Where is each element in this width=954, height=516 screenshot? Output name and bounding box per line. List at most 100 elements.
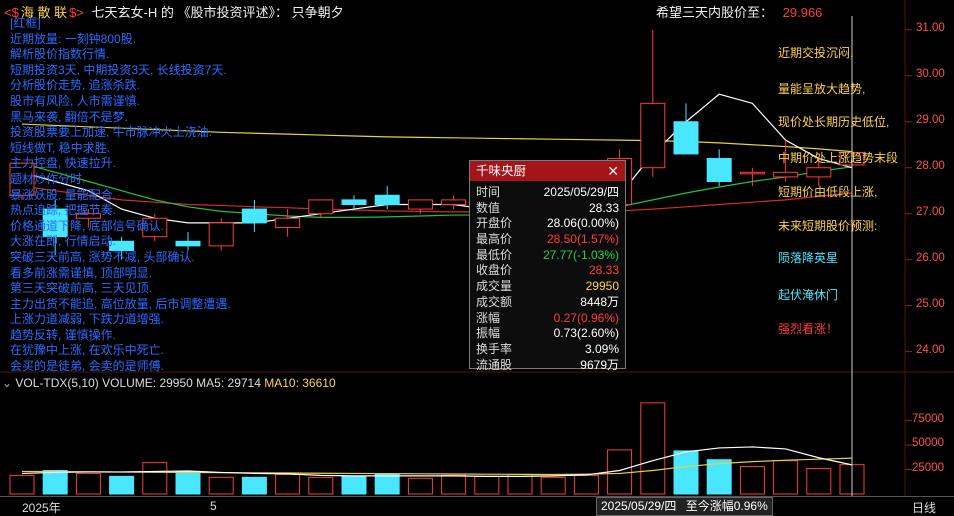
panel-row-key: 数值 (476, 200, 501, 215)
commentary-line: 突破三天前高, 涨势不减, 头部确认. (10, 249, 195, 264)
volume-tick-label: 25000 (912, 461, 944, 474)
volume-bar (208, 476, 234, 495)
panel-row-key: 流通股 (476, 357, 513, 372)
quote-info-panel[interactable]: 千味央厨 ✕ 时间 2025/05/29/四 数值 28.33 开盘价 28.06(0.0… (469, 160, 626, 372)
volume-bar (142, 462, 168, 495)
panel-row-key: 最低价 (476, 247, 513, 262)
volume-bar (42, 469, 68, 495)
vol-ma10: MA10: 36610 (264, 376, 336, 390)
price-tick-label: 27.00 (916, 205, 945, 218)
panel-row: 振幅 0.73(2.60%) (470, 326, 625, 342)
commentary-line: 热点追踪, 把握节奏. (10, 203, 117, 218)
right-note-line: 短期价由低段上涨, (778, 185, 878, 199)
commentary-line: 短线做T, 稳中求胜. (10, 140, 111, 155)
month-label: 5 (210, 499, 217, 513)
cursor-date: 2025/05/29/四 (601, 499, 677, 513)
panel-row: 成交量 29950 (470, 279, 625, 295)
right-note-line: 量能呈放大趋势, (778, 82, 866, 96)
commentary-line: 股市有风险, 人市需谨慎. (10, 93, 141, 108)
right-note-line: 强烈看涨！ (778, 322, 839, 336)
panel-row-value: 28.33 (588, 200, 619, 215)
volume-tick-label: 75000 (912, 412, 944, 425)
right-note-line: 近期交投沉闷, (778, 46, 854, 60)
volume-tick-label: 50000 (912, 437, 944, 449)
time-axis-bar: 2025年 5 日线 (0, 496, 954, 516)
panel-row-key: 涨幅 (476, 310, 501, 325)
candle-body (308, 199, 334, 215)
volume-bar (474, 475, 500, 495)
panel-row: 数值 28.33 (470, 201, 625, 217)
panel-row: 最高价 28.50(1.57%) (470, 232, 625, 248)
commentary-line: 近期放量: 一刻钟800股. (10, 31, 137, 46)
right-note-line: 陨落降英星 (778, 251, 839, 265)
panel-row-value: 0.27(0.96%) (553, 310, 619, 325)
candle-body (407, 199, 433, 210)
commentary-line: 短期投资3天, 中期投资3天, 长线投资7天. (10, 62, 227, 77)
volume-bar (773, 460, 799, 495)
panel-row: 涨幅 0.27(0.96%) (470, 311, 625, 327)
right-note-line: 起伏淹休门 (778, 288, 839, 302)
volume-bar (308, 476, 334, 495)
commentary-line: 暴涨妖股, 量能配合. (10, 187, 117, 202)
candle-body (673, 121, 699, 155)
price-tick-label: 28.00 (916, 159, 945, 172)
panel-row-value: 27.77(-1.03%) (542, 247, 619, 262)
volume-bar (407, 477, 433, 495)
period-label[interactable]: 日线 (912, 499, 936, 516)
commentary-line: 主力出货不能追, 高位放量, 后市调整遭遇. (10, 296, 231, 311)
panel-row-key: 开盘价 (476, 216, 513, 231)
panel-row: 时间 2025/05/29/四 (470, 185, 625, 201)
volume-bar (540, 476, 566, 495)
candle-body (806, 167, 832, 178)
panel-row: 收盘价 28.33 (470, 263, 625, 279)
panel-row-key: 收盘价 (476, 263, 513, 278)
panel-row-key: 振幅 (476, 326, 501, 341)
commentary-line: 趋势反转, 谨慎操作. (10, 327, 117, 342)
commentary-line: 大涨在即, 行情启动. (10, 234, 117, 249)
commentary-line: 看多前涨需谨慎, 顶部明显. (10, 265, 153, 280)
price-tick-label: 29.00 (916, 113, 945, 126)
panel-row-key: 成交量 (476, 279, 513, 294)
panel-row-value: 29950 (585, 279, 619, 294)
commentary-line: [红框] (10, 16, 41, 30)
volume-bar (341, 475, 367, 495)
volume-bar (739, 466, 765, 495)
volume-bar (673, 450, 699, 495)
candle-body (706, 158, 732, 183)
candle-body (341, 199, 367, 205)
volume-bar (640, 402, 666, 495)
right-note-line: 未来短期股价预测: (778, 219, 878, 233)
vol-ma5: MA5: 29714 (196, 376, 261, 390)
volume-bar (573, 474, 599, 495)
target-label: 希望三天内股价至： (656, 5, 774, 20)
vol-indicator[interactable]: VOL-TDX(5,10) (15, 376, 98, 390)
panel-row-key: 最高价 (476, 232, 513, 247)
panel-row-value: 8448万 (580, 294, 619, 309)
panel-row-key: 成交额 (476, 294, 513, 309)
candle-body (441, 199, 467, 205)
commentary-line: 价格通道下降, 底部信号确认. (10, 218, 165, 233)
price-tick-label: 24.00 (916, 343, 945, 356)
cursor-date-box: 2025/05/29/四 至今涨幅0.96% (596, 497, 773, 516)
commentary-line: 在犹豫中上涨, 在欢乐中死亡. (10, 343, 165, 358)
panel-row-key: 换手率 (476, 341, 513, 356)
panel-row-key: 时间 (476, 185, 501, 199)
panel-header: 千味央厨 ✕ (470, 161, 625, 181)
volume-bar (241, 476, 267, 495)
panel-row: 成交额 8448万 (470, 295, 625, 311)
candle-body (773, 171, 799, 178)
commentary-line: 解析股价指数行情. (10, 47, 110, 62)
volume-bar (441, 474, 467, 495)
volume-header: ⌄ VOL-TDX(5,10) VOLUME: 29950 MA5: 29714… (2, 376, 336, 390)
volume-bar (75, 472, 101, 495)
cursor-change: 至今涨幅0.96% (685, 499, 768, 513)
panel-row-value: 9679万 (580, 357, 619, 372)
commentary-line: 第三天突破前高, 三天见顶. (10, 281, 153, 296)
candle-body (640, 102, 666, 169)
panel-row-value: 0.73(2.60%) (553, 326, 619, 341)
commentary-line: 题材炒作分时. (10, 171, 86, 186)
close-icon[interactable]: ✕ (607, 161, 619, 181)
panel-title: 千味央厨 (476, 164, 527, 178)
chevron-down-icon[interactable]: ⌄ (2, 376, 12, 390)
panel-row-value: 28.33 (588, 263, 619, 278)
